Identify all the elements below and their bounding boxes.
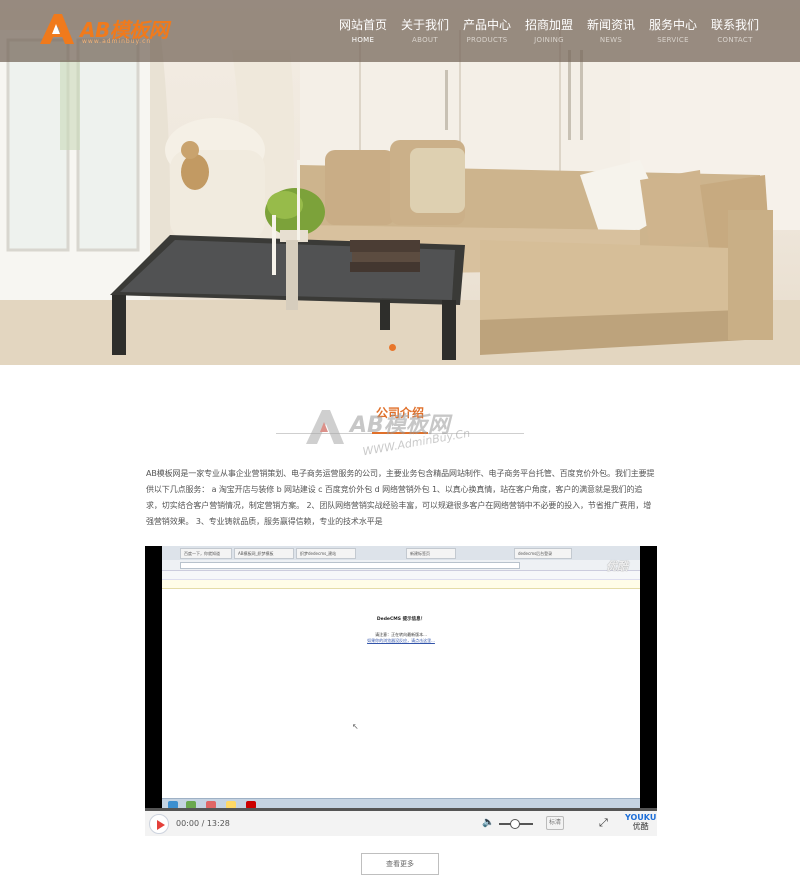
nav-item-home[interactable]: 网站首页 HOME xyxy=(332,18,394,44)
nav-label-cn: 网站首页 xyxy=(338,18,387,32)
nav-label-cn: 服务中心 xyxy=(648,18,697,32)
site-header: AB模板网 www.adminbuy.cn 网站首页 HOME 关于我们 ABO… xyxy=(0,0,800,62)
nav-label-cn: 关于我们 xyxy=(400,18,449,32)
view-more-button[interactable]: 查看更多 xyxy=(361,853,439,875)
video-page-link: 如果你的浏览器没反应，请点击这里... xyxy=(367,638,435,643)
video-frame: 百度一下，你就知道 AB模板网_织梦模板 织梦dedecms_建站 新建标签页 … xyxy=(162,546,640,810)
youku-logo-cn: 优酷 xyxy=(632,822,649,831)
browser-tab: dedecms后台登录 xyxy=(514,548,572,559)
nav-label-en: SERVICE xyxy=(657,36,689,44)
watermark-logo: AB模板网 WWW.AdminBuy.Cn xyxy=(302,406,471,458)
nav-label-en: ABOUT xyxy=(412,36,438,44)
watermark-a-icon xyxy=(306,410,344,444)
volume-knob[interactable] xyxy=(510,819,520,829)
mouse-cursor-icon: ↖ xyxy=(352,722,359,731)
volume-icon[interactable]: 🔈 xyxy=(482,817,494,828)
video-controls: 00:00 / 13:28 🔈 标清 ⤢ YOUKU 优酷 xyxy=(145,811,657,836)
slider-dot-active[interactable] xyxy=(389,344,396,351)
nav-item-products[interactable]: 产品中心 PRODUCTS xyxy=(456,18,518,44)
youku-logo[interactable]: YOUKU 优酷 xyxy=(625,813,656,831)
video-page-heading: DedeCMS 提示信息！ xyxy=(376,617,426,622)
browser-tab: 织梦dedecms_建站 xyxy=(296,548,356,559)
main-nav: 网站首页 HOME 关于我们 ABOUT 产品中心 PRODUCTS 招商加盟 … xyxy=(332,18,766,44)
nav-label-en: CONTACT xyxy=(717,36,753,44)
logo-a-icon xyxy=(40,14,74,44)
nav-item-joining[interactable]: 招商加盟 JOINING xyxy=(518,18,580,44)
nav-label-cn: 产品中心 xyxy=(462,18,511,32)
nav-item-about[interactable]: 关于我们 ABOUT xyxy=(394,18,456,44)
browser-address-bar xyxy=(162,560,640,571)
hero-banner: AB模板网 www.adminbuy.cn 网站首页 HOME 关于我们 ABO… xyxy=(0,0,800,365)
nav-label-cn: 招商加盟 xyxy=(524,18,573,32)
nav-item-service[interactable]: 服务中心 SERVICE xyxy=(642,18,704,44)
browser-tab: 新建标签页 xyxy=(406,548,456,559)
nav-item-news[interactable]: 新闻资讯 NEWS xyxy=(580,18,642,44)
nav-label-en: HOME xyxy=(351,36,375,44)
site-logo[interactable]: AB模板网 www.adminbuy.cn xyxy=(36,12,196,48)
logo-subtext: www.adminbuy.cn xyxy=(82,38,152,45)
browser-tab: 百度一下，你就知道 xyxy=(180,548,232,559)
nav-label-en: PRODUCTS xyxy=(466,36,508,44)
nav-label-cn: 新闻资讯 xyxy=(586,18,635,32)
browser-favorites-bar xyxy=(162,571,640,580)
nav-label-en: NEWS xyxy=(599,36,623,44)
nav-label-en: JOINING xyxy=(534,36,564,44)
fullscreen-icon[interactable]: ⤢ xyxy=(599,816,608,830)
browser-tab-strip: 百度一下，你就知道 AB模板网_织梦模板 织梦dedecms_建站 新建标签页 … xyxy=(162,546,640,560)
browser-info-bar xyxy=(162,580,640,589)
youku-logo-en: YOUKU xyxy=(625,813,657,822)
nav-item-contact[interactable]: 联系我们 CONTACT xyxy=(704,18,766,44)
browser-tab: AB模板网_织梦模板 xyxy=(234,548,294,559)
video-player[interactable]: 百度一下，你就知道 AB模板网_织梦模板 织梦dedecms_建站 新建标签页 … xyxy=(145,546,657,836)
quality-button[interactable]: 标清 xyxy=(546,816,564,830)
intro-paragraph: AB模板网是一家专业从事企业营销策划、电子商务运营服务的公司，主要业务包含精品网… xyxy=(146,469,655,526)
play-button[interactable] xyxy=(149,814,169,834)
nav-label-cn: 联系我们 xyxy=(710,18,759,32)
video-time: 00:00 / 13:28 xyxy=(176,819,230,828)
youku-watermark: 优酷 xyxy=(606,560,628,573)
